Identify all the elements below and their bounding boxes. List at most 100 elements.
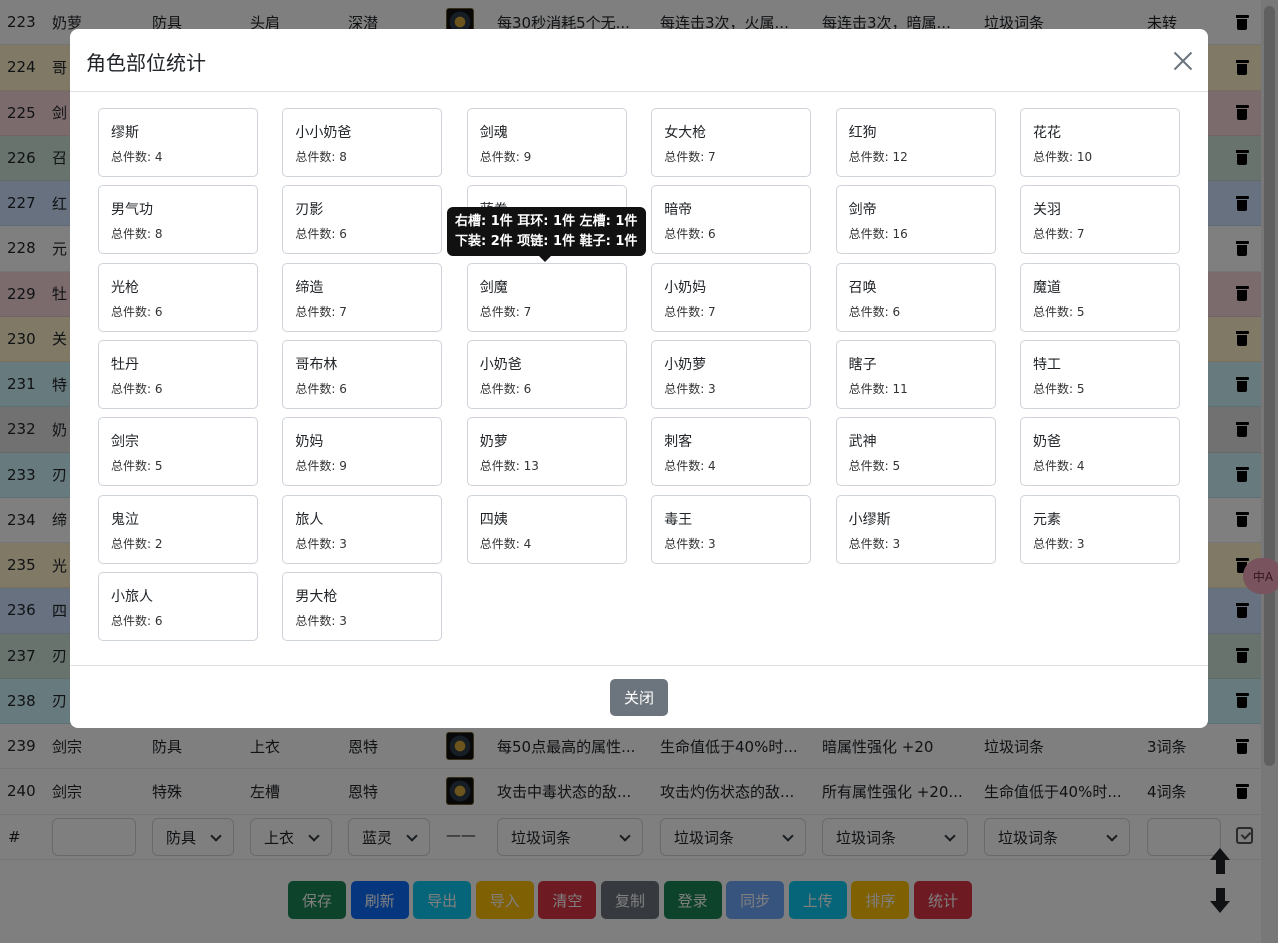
close-icon[interactable] xyxy=(1173,51,1193,71)
modal-body: 缪斯总件数: 4 小小奶爸总件数: 8 剑魂 总件数: 9 女大枪总件数: 7 红狗总件数… xyxy=(70,92,1208,665)
role-name: 小旅人 xyxy=(111,588,153,605)
modal-footer: 关闭 xyxy=(70,665,1208,728)
role-item-count: 总件数: 7 xyxy=(664,304,716,319)
role-item-count: 总件数: 7 xyxy=(479,304,532,319)
role-name: 男大枪 xyxy=(295,588,338,605)
role-card[interactable]: 牡丹 总件数: 6 xyxy=(98,339,258,409)
role-item-count: 总件数: 3 xyxy=(295,613,347,628)
role-name: 刃影 xyxy=(295,202,324,219)
role-item-count: 总件数: 4 xyxy=(111,150,163,164)
role-card[interactable]: 小缪斯总件数: 3 xyxy=(835,494,996,564)
close-button[interactable]: 关闭 xyxy=(610,679,668,716)
role-item-count: 总件数: 7 xyxy=(295,304,347,319)
role-card[interactable]: 缔造 总件数: 7 xyxy=(282,262,443,332)
role-item-count: 总件数: 8 xyxy=(295,150,347,164)
role-item-count: 总件数: 12 xyxy=(848,150,908,164)
role-name: 奶萝 xyxy=(479,434,508,451)
role-card[interactable]: 刺客 总件数: 4 xyxy=(651,417,812,487)
role-card[interactable]: 旅人总件数: 3 xyxy=(282,494,443,564)
role-card[interactable]: 武神 总件数: 5 xyxy=(835,417,996,487)
role-name: 关羽 xyxy=(1033,202,1061,219)
role-item-count: 总件数: 5 xyxy=(111,459,163,474)
role-card[interactable]: 花花总件数: 10 xyxy=(1020,108,1180,177)
role-card[interactable]: 缪斯总件数: 4 xyxy=(98,108,258,177)
role-item-count: 总件数: 8 xyxy=(111,227,163,242)
role-card[interactable]: 四姨 总件数: 4 xyxy=(466,494,627,564)
role-name: 小缪斯 xyxy=(848,511,891,528)
tooltip-line: 下装: 2件 项链: 1件 鞋子: 1件 xyxy=(455,234,638,249)
role-name: 旅人 xyxy=(295,511,324,528)
role-card[interactable]: 召唤 总件数: 6 xyxy=(835,262,996,332)
role-card[interactable]: 剑魂 总件数: 9 xyxy=(466,108,627,177)
role-card[interactable]: 小奶萝 总件数: 3 xyxy=(651,339,812,409)
role-card[interactable]: 奶爸总件数: 4 xyxy=(1020,417,1180,487)
role-card[interactable]: 红狗总件数: 12 xyxy=(835,108,996,177)
role-item-count: 总件数: 4 xyxy=(664,459,716,474)
role-name: 小奶妈 xyxy=(664,279,707,296)
role-name: 鬼泣 xyxy=(111,511,139,528)
modal-title: 角色部位统计 xyxy=(86,51,206,75)
role-name: 暗帝 xyxy=(664,202,693,219)
role-name: 魔道 xyxy=(1033,279,1061,296)
role-card[interactable]: 剑魔总件数: 7 xyxy=(466,262,627,332)
role-card[interactable]: 毒王 总件数: 3 xyxy=(651,494,812,564)
role-card[interactable]: 魔道 总件数: 5 xyxy=(1020,262,1180,332)
role-card[interactable]: 男大枪总件数: 3 xyxy=(282,571,443,641)
role-item-count: 总件数: 10 xyxy=(1033,150,1093,164)
role-item-count: 总件数: 3 xyxy=(1033,536,1085,551)
role-name: 缪斯 xyxy=(111,125,139,141)
modal-header: 角色部位统计 xyxy=(70,29,1208,92)
role-card[interactable]: 暗帝总件数: 6 xyxy=(651,185,812,255)
role-name: 男气功 xyxy=(111,202,153,219)
role-card[interactable]: 奶萝总件数: 13 xyxy=(466,417,627,487)
role-item-count: 总件数: 2 xyxy=(111,536,163,551)
role-name: 剑帝 xyxy=(848,202,877,219)
role-item-count: 总件数: 6 xyxy=(848,304,901,319)
role-card[interactable]: 刃影 总件数: 6 xyxy=(282,185,443,255)
role-card[interactable]: 小小奶爸总件数: 8 xyxy=(282,108,443,177)
role-item-count: 总件数: 4 xyxy=(1033,459,1085,474)
role-item-count: 总件数: 6 xyxy=(111,304,163,319)
role-card[interactable]: 小奶爸总件数: 6 xyxy=(466,339,627,409)
role-card[interactable]: 瞎子 总件数: 11 xyxy=(835,339,996,409)
role-card[interactable]: 鬼泣总件数: 2 xyxy=(98,494,258,564)
role-name: 小奶爸 xyxy=(479,356,522,373)
role-name: 武神 xyxy=(848,434,877,451)
role-item-count: 总件数: 6 xyxy=(479,381,532,396)
role-name: 红狗 xyxy=(848,125,877,141)
role-item-count: 总件数: 3 xyxy=(848,536,901,551)
role-name: 女大枪 xyxy=(664,125,707,141)
role-item-count: 总件数: 9 xyxy=(479,150,532,164)
stats-modal: 角色部位统计 缪斯总件数: 4 小小奶爸总件数: 8 剑魂 总件数: 9 女大枪总件数:… xyxy=(70,29,1208,728)
role-name: 剑魔 xyxy=(479,279,508,296)
role-name: 奶妈 xyxy=(295,434,324,451)
role-name: 小小奶爸 xyxy=(295,125,352,141)
role-name: 奶爸 xyxy=(1033,434,1061,451)
role-item-count: 总件数: 4 xyxy=(479,536,532,551)
role-name: 光枪 xyxy=(111,279,139,296)
role-card[interactable]: 光枪总件数: 6 xyxy=(98,262,258,332)
role-item-count: 总件数: 6 xyxy=(664,227,716,242)
role-item-count: 总件数: 3 xyxy=(295,536,347,551)
role-card[interactable]: 女大枪总件数: 7 xyxy=(651,108,812,177)
role-card[interactable]: 男气功总件数: 8 xyxy=(98,185,258,255)
role-item-count: 总件数: 13 xyxy=(479,459,539,474)
role-item-count: 总件数: 7 xyxy=(1033,227,1085,242)
role-name: 花花 xyxy=(1033,125,1061,141)
role-card[interactable]: 哥布林 总件数: 6 xyxy=(282,339,443,409)
role-name: 小奶萝 xyxy=(664,356,707,373)
role-name: 牡丹 xyxy=(111,356,139,373)
role-card[interactable]: 特工 总件数: 5 xyxy=(1020,339,1180,409)
role-item-count: 总件数: 9 xyxy=(295,459,347,474)
slot-breakdown-tooltip: 右槽: 1件 耳环: 1件 左槽: 1件 下装: 2件 项链: 1件 鞋子: 1… xyxy=(447,207,646,262)
role-card[interactable]: 关羽总件数: 7 xyxy=(1020,185,1180,255)
role-card[interactable]: 剑帝 总件数: 16 xyxy=(835,185,996,255)
role-item-count: 总件数: 7 xyxy=(664,150,716,164)
role-name: 特工 xyxy=(1033,356,1061,373)
role-card[interactable]: 奶妈总件数: 9 xyxy=(282,417,443,487)
role-card[interactable]: 小旅人 总件数: 6 xyxy=(98,571,258,641)
role-name: 毒王 xyxy=(664,511,693,528)
role-card[interactable]: 元素 总件数: 3 xyxy=(1020,494,1180,564)
role-card[interactable]: 小奶妈总件数: 7 xyxy=(651,262,812,332)
role-card[interactable]: 剑宗 总件数: 5 xyxy=(98,417,258,487)
